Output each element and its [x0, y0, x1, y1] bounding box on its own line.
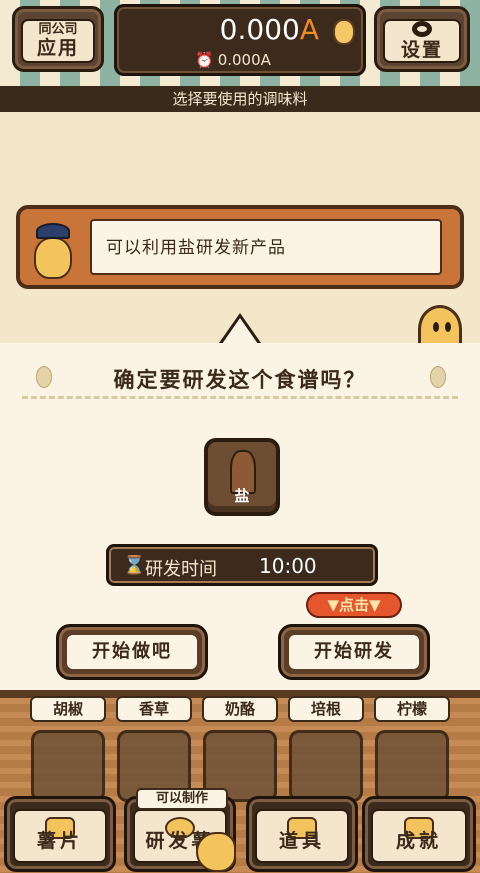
ingredient-name: 盐 [234, 487, 250, 505]
ingredient-salt-card: 盐 [204, 438, 280, 516]
money-rate-value: 0.000A [217, 51, 271, 69]
company-app-button[interactable]: 同公司 应用 [12, 6, 104, 72]
dialog-title: 确定要研发这个食谱吗？ [113, 368, 367, 392]
start-research-button[interactable]: 开始研发 [278, 624, 430, 680]
money-main: 0.000A [220, 13, 319, 46]
hint-bar: 选择要使用的调味料 [0, 86, 480, 112]
can-make-badge: 可以制作 [136, 788, 228, 810]
gear-icon [412, 21, 432, 37]
click-hint-badge: ▼点击▼ [306, 592, 402, 618]
seasoning-slot-bacon[interactable] [289, 730, 363, 802]
money-main-value: 0.000 [219, 13, 300, 46]
nav-achievements-face: 成就 [371, 809, 467, 863]
hourglass-icon: ⌛ [123, 555, 146, 576]
speech-text: 可以利用盐研发新产品 [90, 219, 442, 275]
research-time-bar: ⌛ 研发时间 10:00 [106, 544, 378, 586]
research-time-value: 10:00 [259, 554, 317, 578]
chef-potato-icon [30, 223, 74, 279]
research-time-label: 研发时间 [145, 559, 217, 580]
start-making-label: 开始做吧 [67, 635, 197, 669]
chef-hat [36, 223, 70, 239]
seasoning-tab-pepper[interactable]: 胡椒 [30, 696, 106, 722]
start-research-label: 开始研发 [289, 635, 419, 669]
potato-icon [333, 19, 355, 45]
pointing-hand-icon [196, 832, 236, 872]
nav-chips-button[interactable]: 薯片 [4, 796, 116, 872]
potato-eye-right [445, 322, 451, 332]
nav-tools-button[interactable]: 道具 [246, 796, 358, 872]
company-app-face: 同公司 应用 [21, 19, 95, 63]
start-making-button[interactable]: 开始做吧 [56, 624, 208, 680]
company-tag: 同公司 [38, 22, 78, 37]
nav-tools-label: 道具 [278, 830, 325, 852]
nav-tools-face: 道具 [255, 809, 349, 863]
chef-body [34, 237, 72, 279]
seasoning-tab-cheese[interactable]: 奶酪 [202, 696, 278, 722]
seasoning-tab-bacon[interactable]: 培根 [288, 696, 364, 722]
settings-face: 设置 [383, 19, 461, 63]
money-display: 0.000A ⏰ 0.000A [114, 4, 366, 76]
company-label: 应用 [36, 37, 79, 59]
nav-achievements-button[interactable]: 成就 [362, 796, 476, 872]
seasoning-tab-vanilla[interactable]: 香草 [116, 696, 192, 722]
seasoning-slot-pepper[interactable] [31, 730, 105, 802]
nav-chips-face: 薯片 [13, 809, 107, 863]
money-rate: ⏰ 0.000A [195, 51, 271, 69]
dialog-divider [22, 396, 458, 399]
potato-eye-left [433, 322, 439, 332]
nav-chips-label: 薯片 [36, 830, 83, 852]
settings-label: 设置 [400, 39, 443, 61]
nav-achievements-label: 成就 [395, 830, 442, 852]
seasoning-tab-lemon[interactable]: 柠檬 [374, 696, 450, 722]
dialog-notch [222, 318, 258, 344]
alarm-clock-icon: ⏰ [195, 51, 214, 69]
speech-bubble: 可以利用盐研发新产品 [16, 205, 464, 289]
money-main-unit: A [299, 13, 319, 46]
seasoning-slot-lemon[interactable] [375, 730, 449, 802]
settings-button[interactable]: 设置 [374, 6, 470, 72]
